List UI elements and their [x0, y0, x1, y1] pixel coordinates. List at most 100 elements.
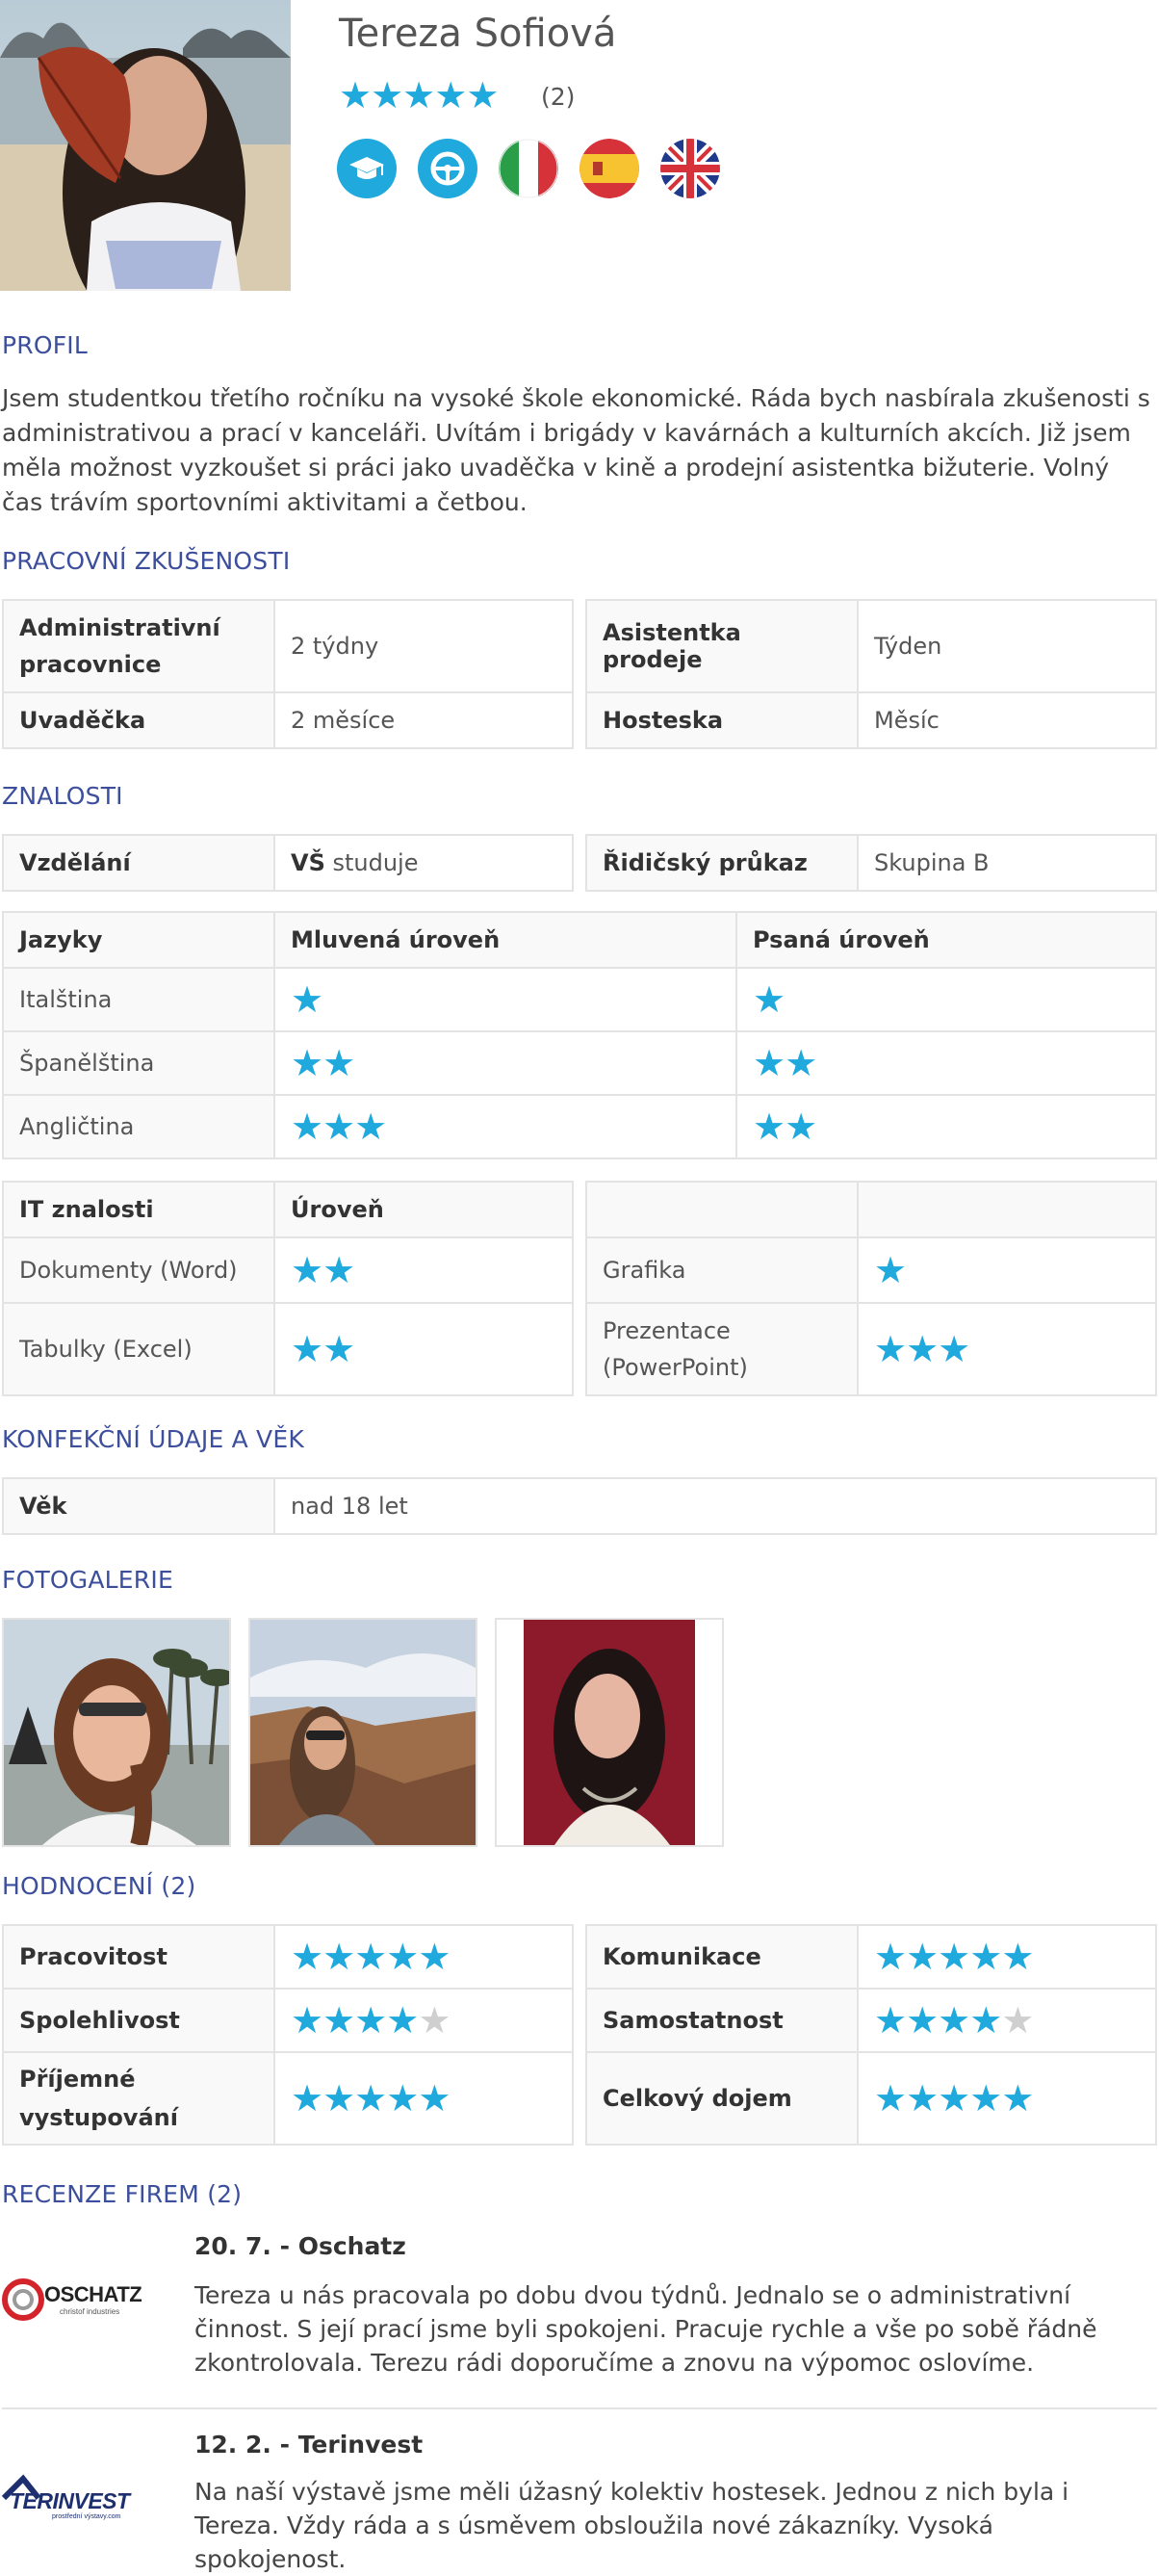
flag-spain-icon	[580, 139, 639, 198]
it-skill-stars: ★★★	[874, 1328, 970, 1370]
gallery-photo[interactable]	[495, 1618, 724, 1847]
star-filled-icon: ★	[386, 1999, 419, 2042]
age-table: Věk nad 18 let	[2, 1477, 1157, 1535]
review-text: Na naší výstavě jsme měli úžasný kolekti…	[194, 2478, 1069, 2573]
star-filled-icon: ★	[354, 1106, 387, 1148]
star-filled-icon: ★	[938, 1328, 970, 1370]
experience-value: 2 měsíce	[273, 691, 574, 749]
star-empty-icon: ★	[418, 1999, 451, 2042]
written-level-stars: ★★	[753, 1106, 817, 1148]
section-title-profile: PROFIL	[2, 331, 89, 359]
language-name: Italština	[2, 967, 275, 1032]
license-label: Řidičský průkaz	[585, 834, 859, 892]
star-filled-icon: ★	[291, 1328, 323, 1370]
review-company: Oschatz	[297, 2232, 406, 2260]
ratings-table-left: Pracovitost ★★★★★ Spolehlivost ★★★★★ Pří…	[2, 1924, 574, 2146]
rating-stars: ★★★★★	[291, 1999, 451, 2042]
experience-value: Týden	[857, 599, 1157, 693]
rating-stars: ★★★★★	[339, 74, 499, 117]
star-filled-icon: ★	[969, 2077, 1002, 2120]
review-logo-text: TERINVEST	[10, 2488, 130, 2513]
star-filled-icon: ★	[291, 1106, 323, 1148]
star-filled-icon: ★	[322, 1249, 355, 1291]
star-filled-icon: ★	[938, 1936, 970, 1978]
review-logo-subtext: christof industries	[60, 2307, 120, 2316]
it-skill-stars: ★★	[291, 1249, 355, 1291]
license-table: Řidičský průkaz Skupina B	[585, 834, 1157, 892]
spoken-level-stars: ★★	[291, 1042, 355, 1084]
profile-description: Jsem studentkou třetího ročníku na vysok…	[2, 384, 1150, 516]
star-empty-icon: ★	[1001, 1999, 1034, 2042]
star-filled-icon: ★	[322, 1328, 355, 1370]
rating-label: Celkový dojem	[585, 2051, 859, 2146]
star-filled-icon: ★	[753, 978, 786, 1021]
review-text: Tereza u nás pracovala po dobu dvou týdn…	[194, 2281, 1097, 2377]
star-filled-icon: ★	[938, 2077, 970, 2120]
star-filled-icon: ★	[434, 74, 467, 117]
rating-label: Komunikace	[585, 1924, 859, 1990]
star-filled-icon: ★	[291, 978, 323, 1021]
gallery-photo[interactable]	[248, 1618, 477, 1847]
spoken-level-header: Mluvená úroveň	[273, 911, 737, 969]
review-date: 20. 7.	[194, 2232, 271, 2260]
star-filled-icon: ★	[322, 1936, 355, 1978]
star-filled-icon: ★	[1001, 2077, 1034, 2120]
star-filled-icon: ★	[874, 2077, 907, 2120]
star-filled-icon: ★	[906, 2077, 939, 2120]
star-filled-icon: ★	[322, 1042, 355, 1084]
star-filled-icon: ★	[339, 74, 372, 117]
review-company: Terinvest	[297, 2431, 424, 2459]
ratings-table-right: Komunikace ★★★★★ Samostatnost ★★★★★ Celk…	[585, 1924, 1157, 2146]
it-skills-header: IT znalosti	[2, 1181, 275, 1238]
star-filled-icon: ★	[291, 2077, 323, 2120]
review-date: 12. 2.	[194, 2431, 271, 2459]
rating-count[interactable]: (2)	[541, 83, 575, 111]
flag-uk-icon	[660, 139, 720, 198]
section-title-ratings: HODNOCENÍ (2)	[2, 1872, 196, 1900]
section-title-measures: KONFEKČNÍ ÚDAJE A VĚK	[2, 1425, 304, 1453]
star-filled-icon: ★	[874, 1936, 907, 1978]
education-table: Vzdělání VŠ studuje	[2, 834, 574, 892]
star-filled-icon: ★	[354, 2077, 387, 2120]
section-title-reviews: RECENZE FIREM (2)	[2, 2180, 243, 2208]
age-label: Věk	[2, 1477, 275, 1535]
rating-label: Příjemné vystupování	[2, 2051, 275, 2146]
profile-name: Tereza Sofiová	[339, 12, 617, 56]
star-filled-icon: ★	[753, 1042, 786, 1084]
star-filled-icon: ★	[753, 1106, 786, 1148]
star-filled-icon: ★	[906, 1999, 939, 2042]
spoken-level-stars: ★	[291, 978, 323, 1021]
it-skills-table-left: IT znalosti Úroveň Dokumenty (Word) ★★ T…	[2, 1181, 574, 1396]
gallery-photo[interactable]	[2, 1618, 231, 1847]
experience-value: 2 týdny	[273, 599, 574, 693]
language-name: Angličtina	[2, 1094, 275, 1159]
review-logo-subtext: prostřední výstavy.com	[52, 2513, 121, 2520]
rating-label: Pracovitost	[2, 1924, 275, 1990]
languages-table: Jazyky Mluvená úroveň Psaná úroveň Italš…	[2, 911, 1157, 1159]
license-value: Skupina B	[857, 834, 1157, 892]
star-filled-icon: ★	[906, 1936, 939, 1978]
it-skills-table-right: Grafika ★ Prezentace (PowerPoint) ★★★	[585, 1181, 1157, 1396]
empty-header	[585, 1181, 859, 1238]
star-filled-icon: ★	[386, 1936, 419, 1978]
written-level-stars: ★★	[753, 1042, 817, 1084]
it-skill-name: Prezentace (PowerPoint)	[585, 1302, 859, 1396]
star-filled-icon: ★	[322, 1106, 355, 1148]
review-heading: 20. 7. - Oschatz	[194, 2232, 406, 2260]
star-filled-icon: ★	[322, 2077, 355, 2120]
star-filled-icon: ★	[938, 1999, 970, 2042]
it-skill-name: Dokumenty (Word)	[2, 1236, 275, 1304]
language-name: Španělština	[2, 1030, 275, 1096]
profile-photo[interactable]	[0, 0, 291, 291]
star-filled-icon: ★	[874, 1999, 907, 2042]
experience-label: Administrativní pracovnice	[2, 599, 275, 693]
star-filled-icon: ★	[322, 1999, 355, 2042]
star-filled-icon: ★	[785, 1106, 817, 1148]
star-filled-icon: ★	[402, 74, 435, 117]
star-filled-icon: ★	[874, 1328, 907, 1370]
star-filled-icon: ★	[291, 1042, 323, 1084]
experience-label: Hosteska	[585, 691, 859, 749]
education-label: Vzdělání	[2, 834, 275, 892]
rating-label: Samostatnost	[585, 1988, 859, 2053]
rating-stars: ★★★★★	[291, 1936, 451, 1978]
